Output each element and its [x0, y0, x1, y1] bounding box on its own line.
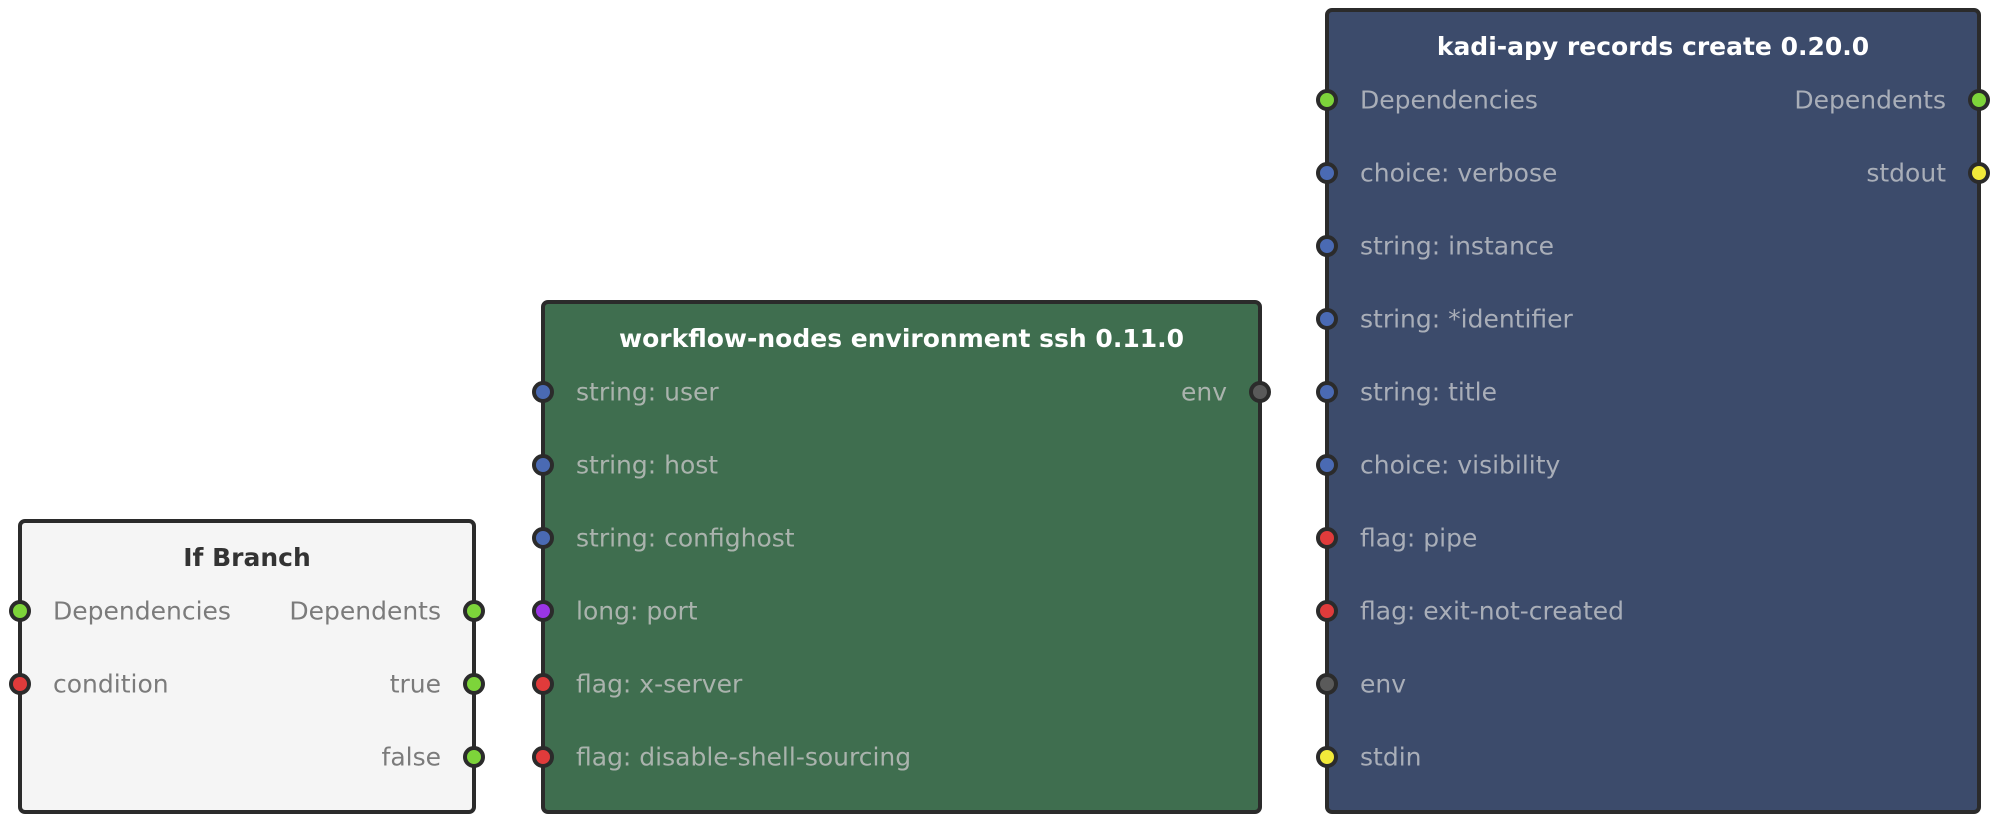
input-port-label: choice: visibility [1360, 450, 1561, 480]
input-port-dependencies[interactable] [9, 600, 31, 622]
node-title: kadi-apy records create 0.20.0 [1436, 32, 1870, 61]
output-port-label: env [1180, 377, 1227, 407]
input-port-choice-verbose[interactable] [1316, 162, 1338, 184]
if-branch-node[interactable]: If Branch Dependencies condition Dependent… [9, 519, 485, 814]
input-port-stdin[interactable] [1316, 746, 1338, 768]
input-port-string-title[interactable] [1316, 381, 1338, 403]
output-port-label: false [381, 742, 441, 772]
node-title: workflow-nodes environment ssh 0.11.0 [618, 324, 1185, 353]
input-port-condition[interactable] [9, 673, 31, 695]
input-port-dependencies[interactable] [1316, 89, 1338, 111]
input-port-label: Dependencies [1360, 85, 1538, 115]
output-port-true[interactable] [463, 673, 485, 695]
output-port-false[interactable] [463, 746, 485, 768]
input-port-label: string: *identifier [1360, 304, 1573, 334]
input-port-label: choice: verbose [1360, 158, 1558, 188]
input-port-label: flag: x-server [576, 669, 743, 699]
input-port-string-confighost[interactable] [532, 527, 554, 549]
input-port-flag-pipe[interactable] [1316, 527, 1338, 549]
input-port-label: flag: pipe [1360, 523, 1478, 553]
input-port-env[interactable] [1316, 673, 1338, 695]
input-port-label: string: instance [1360, 231, 1555, 261]
ssh-environment-node[interactable]: workflow-nodes environment ssh 0.11.0 st… [532, 300, 1271, 814]
input-port-label: Dependencies [53, 596, 231, 626]
output-port-env[interactable] [1249, 381, 1271, 403]
input-port-label: flag: exit-not-created [1360, 596, 1625, 626]
input-port-flag-disable-shell-sourcing[interactable] [532, 746, 554, 768]
output-port-label: stdout [1866, 158, 1946, 188]
input-port-label: flag: disable-shell-sourcing [576, 742, 912, 772]
input-port-label: env [1360, 669, 1407, 699]
input-port-label: long: port [576, 596, 698, 626]
output-port-dependents[interactable] [463, 600, 485, 622]
input-port-label: string: confighost [576, 523, 795, 553]
output-port-label: true [389, 669, 441, 699]
input-port-long-port[interactable] [532, 600, 554, 622]
input-port-string-host[interactable] [532, 454, 554, 476]
output-port-label: Dependents [289, 596, 441, 626]
input-port-label: condition [53, 669, 169, 699]
input-port-label: stdin [1360, 742, 1422, 772]
input-port-label: string: host [576, 450, 719, 480]
output-port-label: Dependents [1794, 85, 1946, 115]
input-port-string-instance[interactable] [1316, 235, 1338, 257]
output-port-dependents[interactable] [1968, 89, 1990, 111]
input-port-label: string: user [576, 377, 719, 407]
kadi-records-create-node[interactable]: kadi-apy records create 0.20.0 Dependenc… [1316, 8, 1990, 814]
input-port-flag-exit-not-created[interactable] [1316, 600, 1338, 622]
input-port-flag-x-server[interactable] [532, 673, 554, 695]
input-port-string-identifier[interactable] [1316, 308, 1338, 330]
node-title: If Branch [183, 543, 311, 572]
input-port-label: string: title [1360, 377, 1498, 407]
input-port-choice-visibility[interactable] [1316, 454, 1338, 476]
input-port-string-user[interactable] [532, 381, 554, 403]
output-port-stdout[interactable] [1968, 162, 1990, 184]
